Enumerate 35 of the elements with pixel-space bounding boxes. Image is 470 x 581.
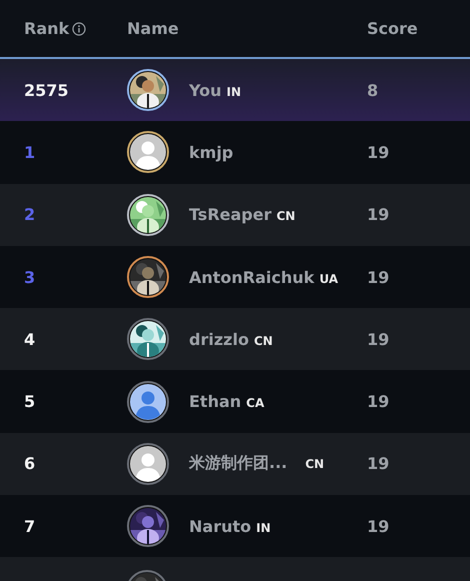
country-code: UA (319, 272, 338, 286)
rank: 5 (24, 392, 36, 412)
rank: 1 (24, 142, 36, 162)
rank: 6 (24, 454, 36, 474)
player-name[interactable]: drizzlo (189, 330, 249, 349)
column-header: Rank (24, 19, 70, 38)
column-header: Name (127, 19, 180, 38)
player-name[interactable]: Ethan (189, 392, 242, 412)
rank: 4 (24, 330, 36, 349)
player-name[interactable]: kmjp (189, 142, 234, 162)
score: 19 (367, 330, 390, 349)
country-code: CN (254, 334, 273, 348)
score: 19 (367, 392, 390, 412)
score: 19 (367, 454, 390, 474)
rank: 7 (24, 516, 36, 536)
country-code: IN (226, 84, 242, 99)
score: 19 (367, 268, 390, 287)
score: 19 (367, 142, 390, 162)
score: 19 (367, 516, 390, 536)
column-header: Score (367, 19, 419, 38)
player-name[interactable]: 米游制作团... (189, 453, 288, 474)
score: 8 (367, 80, 380, 100)
player-name[interactable]: AntonRaichuk (189, 268, 314, 287)
player-name[interactable]: TsReaper (189, 205, 272, 224)
rank: 3 (24, 268, 36, 287)
player-name[interactable]: Naruto (189, 516, 252, 536)
country-code: CA (246, 396, 264, 410)
country-code: CN (276, 209, 296, 224)
rank: 2 (24, 205, 36, 224)
player-name[interactable]: You (189, 80, 222, 100)
score: 19 (367, 205, 390, 224)
rank: 2575 (24, 80, 70, 100)
info-icon[interactable] (72, 22, 86, 36)
country-code: CN (305, 457, 324, 472)
country-code: IN (256, 520, 271, 535)
